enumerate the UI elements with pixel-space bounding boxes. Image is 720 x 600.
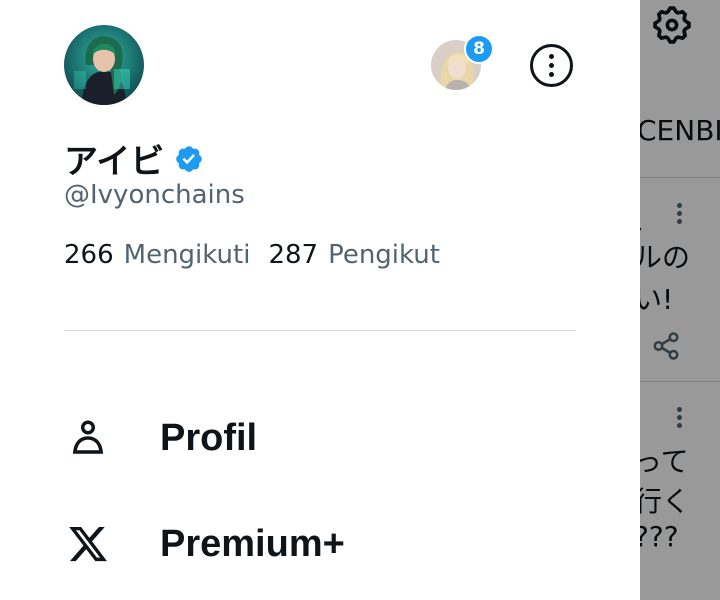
following-label: Mengikuti bbox=[123, 240, 251, 270]
person-icon bbox=[64, 414, 112, 462]
profile-handle[interactable]: @Ivyonchains bbox=[64, 180, 245, 210]
profile-name-row: アイビ bbox=[64, 134, 204, 183]
menu-item-profile[interactable]: Profil bbox=[64, 414, 257, 462]
more-options-button[interactable] bbox=[530, 44, 573, 87]
following-count: 266 bbox=[64, 240, 114, 270]
menu-item-label: Premium+ bbox=[160, 522, 345, 565]
avatar-image-icon bbox=[64, 25, 144, 105]
drawer-overlay[interactable] bbox=[640, 0, 720, 600]
followers-link[interactable]: 287 Pengikut bbox=[268, 240, 440, 270]
following-link[interactable]: 266 Mengikuti bbox=[64, 240, 250, 270]
menu-item-premium-plus[interactable]: Premium+ bbox=[64, 520, 345, 568]
section-divider bbox=[64, 330, 576, 331]
side-drawer: 8 アイビ @Ivyonchains 266 Mengikuti 287 Pen… bbox=[0, 0, 640, 600]
x-logo-icon bbox=[64, 520, 112, 568]
profile-avatar[interactable] bbox=[64, 25, 144, 105]
followers-count: 287 bbox=[268, 240, 319, 270]
verified-badge-icon bbox=[176, 145, 203, 172]
display-name[interactable]: アイビ bbox=[64, 134, 164, 183]
follow-stats: 266 Mengikuti 287 Pengikut bbox=[64, 240, 440, 270]
followers-label: Pengikut bbox=[328, 240, 440, 270]
notification-badge: 8 bbox=[464, 34, 494, 64]
menu-item-label: Profil bbox=[160, 416, 258, 459]
